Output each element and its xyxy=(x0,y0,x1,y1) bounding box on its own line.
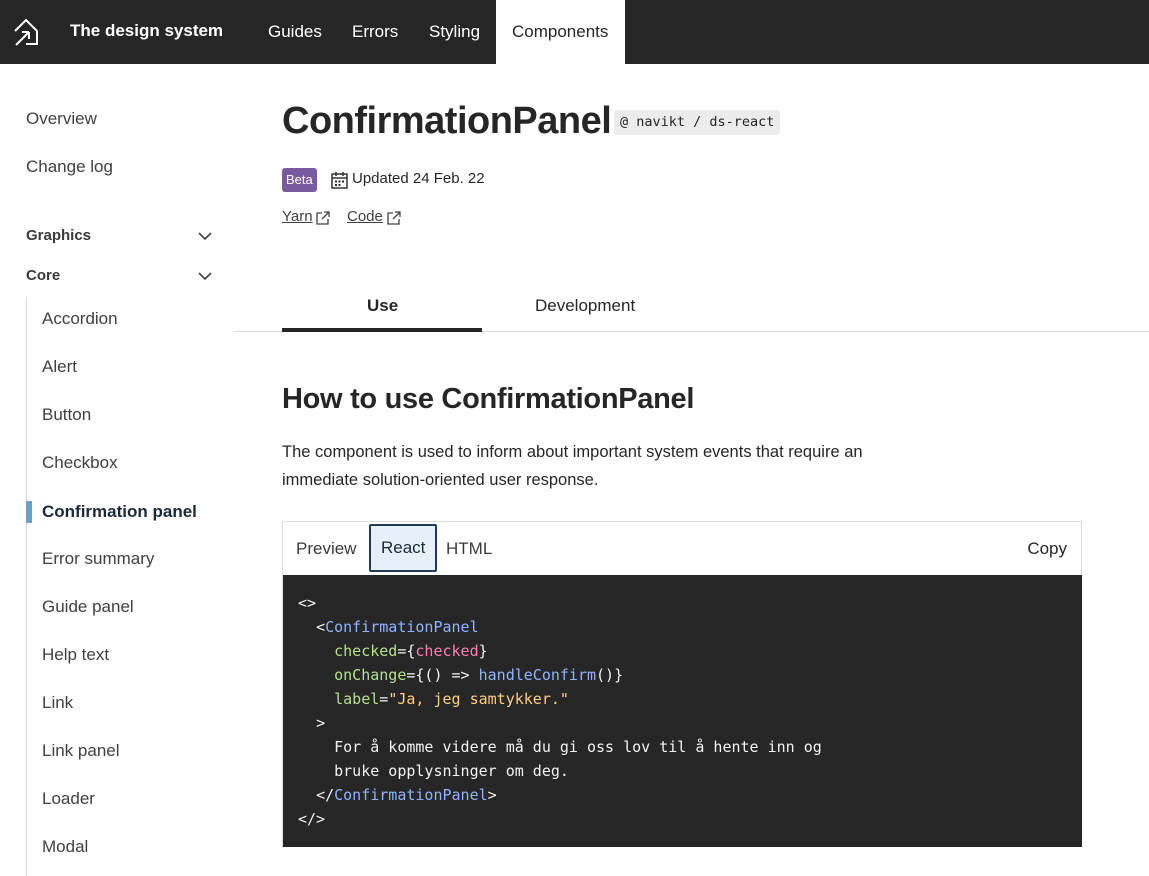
sidebar-item-checkbox[interactable]: Checkbox xyxy=(42,453,118,473)
tab-development[interactable]: Development xyxy=(535,296,635,316)
sidebar-item-help-text[interactable]: Help text xyxy=(42,645,109,665)
nav-errors[interactable]: Errors xyxy=(352,0,398,64)
nav-components[interactable]: Components xyxy=(496,0,625,64)
external-link-icon[interactable] xyxy=(315,210,331,226)
example-tab-preview[interactable]: Preview xyxy=(296,522,356,575)
chevron-down-icon[interactable] xyxy=(198,271,212,281)
sidebar-item-loader[interactable]: Loader xyxy=(42,789,95,809)
yarn-link[interactable]: Yarn xyxy=(282,208,313,225)
sidebar-group-core[interactable]: Core xyxy=(26,267,60,284)
code-block: <> <ConfirmationPanel checked={checked} … xyxy=(283,575,1082,847)
sidebar-group-graphics[interactable]: Graphics xyxy=(26,227,91,244)
sidebar-item-button[interactable]: Button xyxy=(42,405,91,425)
updated-date: Updated 24 Feb. 22 xyxy=(352,170,485,187)
code-content: <> <ConfirmationPanel checked={checked} … xyxy=(298,594,822,828)
sidebar-rail xyxy=(26,298,27,876)
example-tab-react[interactable]: React xyxy=(369,524,438,572)
brand-title[interactable]: The design system xyxy=(70,21,223,41)
nav-styling[interactable]: Styling xyxy=(429,0,480,64)
code-example: Preview React HTML Copy <> <Confirmation… xyxy=(282,521,1082,847)
sidebar-item-modal[interactable]: Modal xyxy=(42,837,88,857)
sidebar-item-link[interactable]: Link xyxy=(42,693,73,713)
sidebar-item-alert[interactable]: Alert xyxy=(42,357,77,377)
page-title: ConfirmationPanel xyxy=(282,100,612,142)
chevron-down-icon[interactable] xyxy=(198,231,212,241)
copy-button[interactable]: Copy xyxy=(1027,522,1067,575)
sidebar-item-error-summary[interactable]: Error summary xyxy=(42,549,154,569)
tab-use[interactable]: Use xyxy=(367,296,398,316)
logo-icon[interactable] xyxy=(12,17,40,47)
external-link-icon[interactable] xyxy=(386,210,402,226)
section-description: The component is used to inform about im… xyxy=(282,443,863,489)
section-heading: How to use ConfirmationPanel xyxy=(282,383,695,415)
calendar-icon xyxy=(331,172,348,189)
sidebar-item-link-panel[interactable]: Link panel xyxy=(42,741,120,761)
package-name: @ navikt / ds-react xyxy=(614,110,781,135)
example-toolbar: Preview React HTML Copy xyxy=(283,522,1081,575)
code-link[interactable]: Code xyxy=(347,208,383,225)
nav-guides[interactable]: Guides xyxy=(268,0,322,64)
active-indicator xyxy=(26,501,32,523)
sidebar-overview[interactable]: Overview xyxy=(26,109,97,129)
status-badge: Beta xyxy=(282,168,317,192)
sidebar-item-confirmation-panel[interactable]: Confirmation panel xyxy=(42,502,197,522)
sidebar-item-accordion[interactable]: Accordion xyxy=(42,309,118,329)
active-tab-underline xyxy=(282,328,482,332)
sidebar-item-guide-panel[interactable]: Guide panel xyxy=(42,597,134,617)
example-tab-html[interactable]: HTML xyxy=(446,522,492,575)
top-header: The design system Guides Errors Styling … xyxy=(0,0,1149,64)
sidebar-change-log[interactable]: Change log xyxy=(26,157,113,177)
